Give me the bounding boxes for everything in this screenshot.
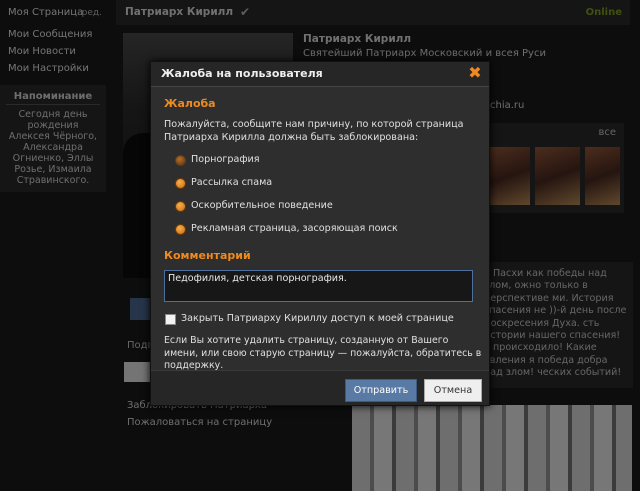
- support-note: Если Вы хотите удалить страницу, созданн…: [164, 335, 482, 371]
- block-access-label[interactable]: Закрыть Патриарху Кириллу доступ к моей …: [181, 313, 454, 324]
- dialog-footer: Отправить Отмена: [151, 370, 489, 405]
- reason-prompt: Пожалуйста, сообщите нам причину, по кот…: [164, 119, 464, 143]
- radio-icon[interactable]: [175, 178, 186, 189]
- cancel-button[interactable]: Отмена: [424, 379, 482, 402]
- option-label: Рассылка спама: [191, 177, 273, 188]
- block-access-checkbox[interactable]: [165, 314, 176, 325]
- option-label: Рекламная страница, засоряющая поиск: [191, 223, 398, 234]
- comment-section-title: Комментарий: [164, 249, 251, 262]
- send-button[interactable]: Отправить: [345, 379, 417, 402]
- comment-textarea[interactable]: Педофилия, детская порнография.: [164, 270, 473, 302]
- radio-icon[interactable]: [175, 201, 186, 212]
- reason-section-title: Жалоба: [164, 97, 216, 110]
- close-icon[interactable]: ✖: [468, 65, 482, 81]
- dialog-header: Жалоба на пользователя ✖: [151, 62, 489, 87]
- report-dialog: Жалоба на пользователя ✖ Жалоба Пожалуйс…: [150, 61, 490, 406]
- radio-icon[interactable]: [175, 224, 186, 235]
- option-label: Оскорбительное поведение: [191, 200, 333, 211]
- radio-selected-icon[interactable]: [175, 155, 186, 166]
- dialog-title: Жалоба на пользователя: [161, 67, 323, 80]
- option-label: Порнография: [191, 154, 260, 165]
